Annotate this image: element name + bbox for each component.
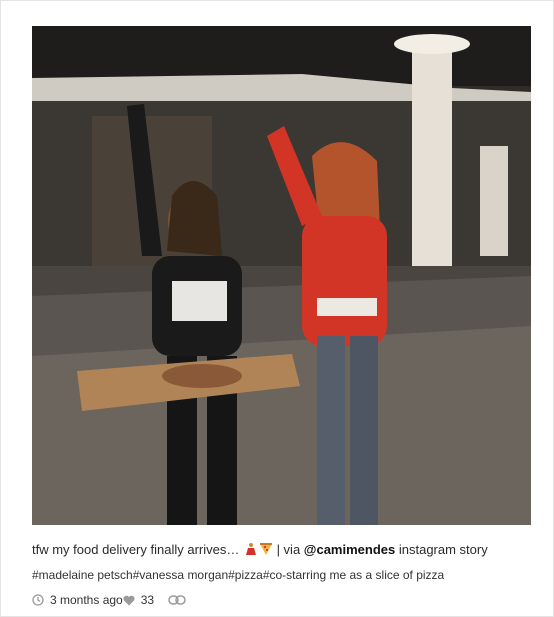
clock-icon [32,594,44,606]
hashtags[interactable]: #madelaine petsch#vanessa morgan#pizza#c… [32,567,532,583]
photo-illustration [32,26,531,525]
heart-icon[interactable] [123,595,135,606]
like-count: 33 [140,593,155,607]
mention-link[interactable]: @camimendes [304,542,395,557]
pizza-emoji-icon [259,542,273,556]
caption-suffix: instagram story [395,542,488,557]
caption-separator: | via [272,542,304,557]
dancer-emoji-icon [244,542,258,556]
post-caption: tfw my food delivery finally arrives… | … [32,541,532,559]
post-card: tfw my food delivery finally arrives… | … [0,0,554,617]
link-icon[interactable] [168,595,186,605]
post-meta: 3 months ago 33 [32,592,186,608]
caption-text: tfw my food delivery finally arrives… [32,542,243,557]
post-photo[interactable] [32,26,531,525]
time-ago: 3 months ago [50,593,123,607]
